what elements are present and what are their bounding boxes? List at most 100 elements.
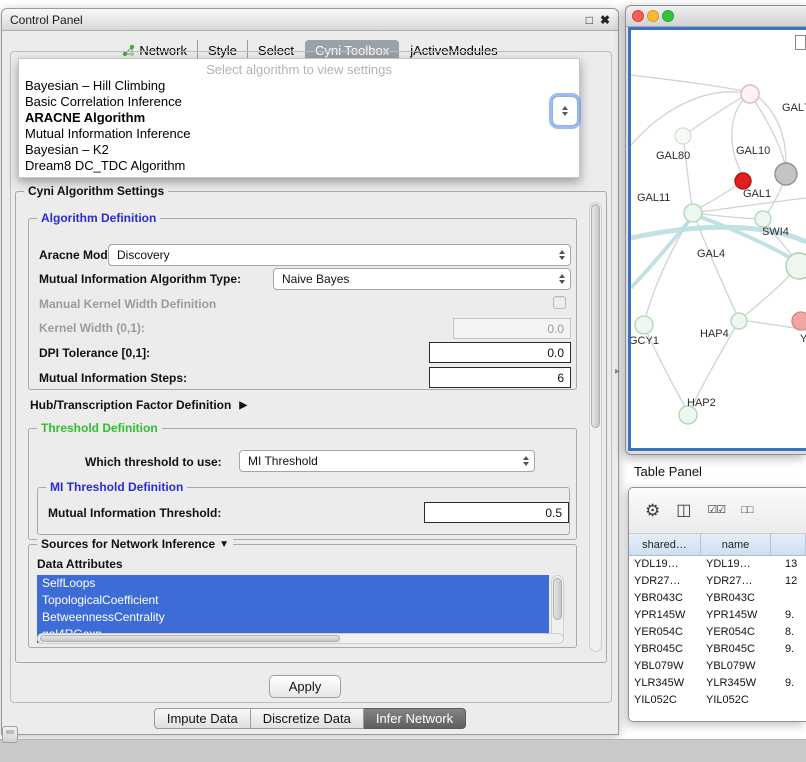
tab-discretize-data[interactable]: Discretize Data	[251, 708, 364, 729]
kernel-width-field[interactable]: 0.0	[453, 318, 571, 339]
deselect-all-icon[interactable]: □□	[741, 505, 752, 516]
tab-infer-network[interactable]: Infer Network	[364, 708, 466, 729]
scrollbar-thumb[interactable]	[553, 578, 562, 620]
column-header[interactable]: name	[701, 534, 771, 555]
table-row[interactable]: YDL19… YDL19… 13	[629, 556, 806, 573]
network-node-gray[interactable]	[775, 163, 797, 185]
data-attributes-label: Data Attributes	[37, 557, 123, 571]
aracne-mode-select[interactable]: Discovery	[108, 244, 571, 266]
threshold-definition-group: Threshold Definition Which threshold to …	[28, 428, 577, 540]
close-traffic-light[interactable]	[632, 10, 644, 22]
dropdown-option[interactable]: Basic Correlation Inference	[19, 94, 579, 110]
collapse-down-icon: ▼	[219, 539, 229, 550]
node-label: GAL7	[782, 102, 806, 114]
list-horizontal-scrollbar[interactable]	[37, 633, 564, 644]
cell: YBR045C	[629, 641, 701, 658]
list-item[interactable]: TopologicalCoefficient	[37, 592, 549, 609]
cell: YIL052C	[629, 692, 701, 709]
table-toolbar: ⚙ ◫ ☑☑ □□	[629, 488, 806, 534]
birdseye-toggle[interactable]	[795, 35, 806, 50]
list-item[interactable]: SelfLoops	[37, 575, 549, 592]
dropdown-option[interactable]: Bayesian – K2	[19, 142, 579, 158]
table-row[interactable]: YIL052C YIL052C	[629, 692, 806, 709]
table-row[interactable]: YER054C YER054C 8.	[629, 624, 806, 641]
algorithm-combo-stepper[interactable]	[552, 96, 578, 126]
mi-threshold-field[interactable]: 0.5	[424, 502, 569, 523]
close-icon[interactable]: ✖	[600, 14, 610, 26]
minimize-traffic-light[interactable]	[647, 10, 659, 22]
combo-arrows-icon	[523, 456, 529, 466]
hub-definition-expander[interactable]: Hub/Transcription Factor Definition ▶	[30, 398, 247, 412]
list-item[interactable]: BetweennessCentrality	[37, 609, 549, 626]
table-row[interactable]: YPR145W YPR145W 9.	[629, 607, 806, 624]
cell	[771, 692, 806, 709]
which-threshold-label: Which threshold to use:	[85, 455, 222, 469]
network-node[interactable]	[786, 253, 806, 279]
field-value: 0.5	[545, 506, 562, 520]
node-label: GAL1	[743, 188, 771, 200]
table-row[interactable]: YBL079W YBL079W	[629, 658, 806, 675]
group-title: Threshold Definition	[37, 421, 162, 435]
panel-splitter-handle[interactable]: ▸	[615, 366, 620, 377]
network-view-frame: GAL80 GAL10 GAL7 GAL11 GAL1 SWI4 GAL4 GC…	[628, 27, 806, 451]
table-body: YDL19… YDL19… 13 YDR27… YDR27… 12 YBR043…	[629, 556, 806, 709]
mi-type-select[interactable]: Naive Bayes	[273, 268, 571, 290]
network-window-titlebar[interactable]	[626, 6, 806, 27]
mi-steps-field[interactable]: 6	[429, 367, 571, 388]
table-row[interactable]: YBR045C YBR045C 9.	[629, 641, 806, 658]
panel-dock-icon[interactable]	[2, 726, 18, 743]
column-header[interactable]: shared…	[629, 534, 701, 555]
control-panel-titlebar[interactable]: Control Panel □ ✖	[2, 9, 618, 31]
network-node[interactable]	[684, 204, 702, 222]
sources-collapser[interactable]: Sources for Network Inference ▼	[37, 537, 233, 551]
manual-kernel-checkbox[interactable]	[553, 296, 566, 309]
cell: YBL079W	[629, 658, 701, 675]
network-node-selected-red[interactable]	[735, 173, 751, 189]
dropdown-option[interactable]: Bayesian – Hill Climbing	[19, 78, 579, 94]
window-controls: □ ✖	[586, 14, 610, 26]
column-header[interactable]	[771, 534, 806, 555]
table-row[interactable]: YBR043C YBR043C	[629, 590, 806, 607]
network-canvas[interactable]: GAL80 GAL10 GAL7 GAL11 GAL1 SWI4 GAL4 GC…	[631, 30, 806, 448]
window-title: Control Panel	[10, 13, 83, 27]
aracne-mode-label: Aracne Mode:	[39, 248, 118, 262]
dpi-tolerance-label: DPI Tolerance [0,1]:	[39, 346, 150, 360]
float-window-icon[interactable]: □	[586, 14, 593, 26]
table-row[interactable]: YDR27… YDR27… 12	[629, 573, 806, 590]
cell: 8.	[771, 624, 806, 641]
node-label: SWI4	[762, 226, 789, 238]
network-node[interactable]	[675, 128, 691, 144]
mi-threshold-label: Mutual Information Threshold:	[48, 506, 221, 520]
gear-icon[interactable]: ⚙	[645, 502, 660, 519]
apply-button[interactable]: Apply	[269, 675, 341, 698]
algorithm-definition-group: Algorithm Definition Aracne Mode: Discov…	[28, 218, 577, 390]
network-node-pink[interactable]	[792, 312, 806, 330]
selected-value: MI Threshold	[248, 454, 318, 468]
zoom-traffic-light[interactable]	[662, 10, 674, 22]
group-title: Cyni Algorithm Settings	[24, 184, 168, 198]
network-node[interactable]	[741, 85, 759, 103]
dropdown-option[interactable]: Mutual Information Inference	[19, 126, 579, 142]
network-edges	[631, 75, 806, 409]
group-title-text: Cyni Algorithm Settings	[28, 184, 164, 198]
scrollbar-thumb[interactable]	[591, 204, 600, 428]
network-node[interactable]	[635, 316, 653, 334]
settings-vertical-scrollbar[interactable]	[589, 202, 602, 652]
table-row[interactable]: YLR345W YLR345W 9.	[629, 675, 806, 692]
hub-definition-label: Hub/Transcription Factor Definition	[30, 398, 231, 412]
which-threshold-select[interactable]: MI Threshold	[239, 450, 535, 472]
dpi-tolerance-field[interactable]: 0.0	[429, 342, 571, 363]
column-selector-icon[interactable]: ◫	[676, 503, 691, 519]
tab-impute-data[interactable]: Impute Data	[154, 708, 251, 729]
select-all-icon[interactable]: ☑☑	[707, 505, 725, 516]
network-node[interactable]	[755, 211, 771, 227]
dropdown-option-selected[interactable]: ARACNE Algorithm	[19, 110, 579, 126]
cyni-mode-tabs: Impute Data Discretize Data Infer Networ…	[2, 708, 618, 729]
network-node[interactable]	[731, 313, 747, 329]
scrollbar-thumb[interactable]	[40, 635, 340, 642]
selected-value: Naive Bayes	[282, 272, 349, 286]
mi-steps-label: Mutual Information Steps:	[39, 371, 187, 385]
group-title-text: MI Threshold Definition	[50, 480, 183, 494]
dropdown-option[interactable]: Dream8 DC_TDC Algorithm	[19, 158, 579, 174]
desktop: { "colors": { "selection_blue": "#3d6cd6…	[0, 0, 806, 762]
